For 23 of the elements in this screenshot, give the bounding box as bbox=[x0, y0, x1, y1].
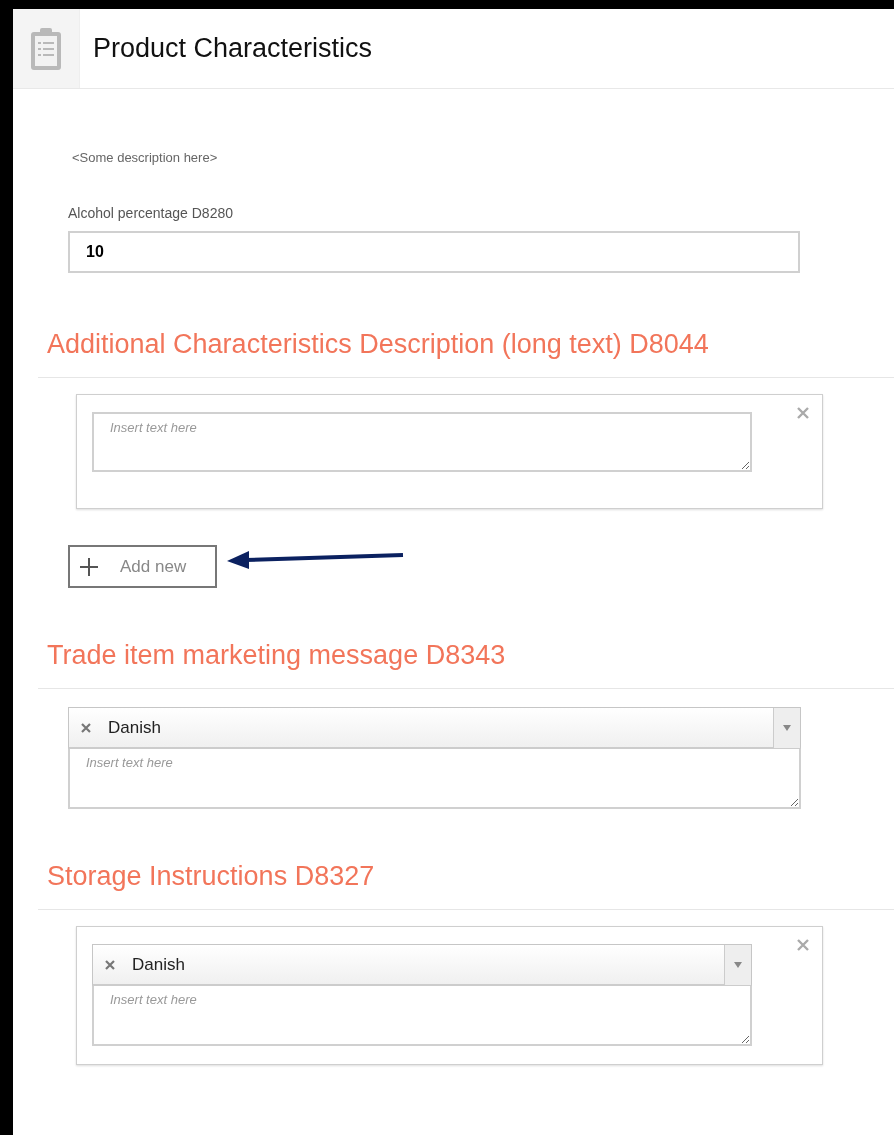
clear-icon[interactable] bbox=[105, 959, 115, 970]
clipboard-icon bbox=[30, 26, 62, 71]
plus-icon bbox=[80, 557, 98, 576]
add-new-button[interactable]: Add new bbox=[68, 545, 217, 588]
language-value: Danish bbox=[108, 717, 162, 738]
language-dropdown[interactable]: Danish bbox=[68, 707, 801, 749]
section-heading: Trade item marketing message D8343 bbox=[47, 639, 507, 672]
clear-icon[interactable] bbox=[81, 722, 91, 733]
section-heading: Storage Instructions D8327 bbox=[47, 860, 376, 893]
caret-icon[interactable] bbox=[734, 961, 742, 968]
close-icon[interactable] bbox=[797, 939, 809, 951]
language-dropdown[interactable]: Danish bbox=[92, 944, 752, 986]
alcohol-input-field[interactable]: 10 bbox=[68, 231, 800, 273]
field-label: Alcohol percentage D8280 bbox=[68, 205, 234, 221]
text-area-field[interactable]: Insert text here bbox=[92, 986, 752, 1046]
section-heading: Additional Characteristics Description (long text) D8044 bbox=[47, 328, 710, 361]
text-area-field[interactable]: Insert text here bbox=[92, 412, 752, 472]
caret-icon[interactable] bbox=[783, 724, 791, 731]
language-value: Danish bbox=[132, 954, 186, 975]
text-area-field[interactable]: Insert text here bbox=[68, 749, 801, 809]
description-text: <Some description here> bbox=[72, 150, 219, 165]
page-title: Product Characteristics bbox=[93, 33, 373, 64]
close-icon[interactable] bbox=[797, 407, 809, 419]
